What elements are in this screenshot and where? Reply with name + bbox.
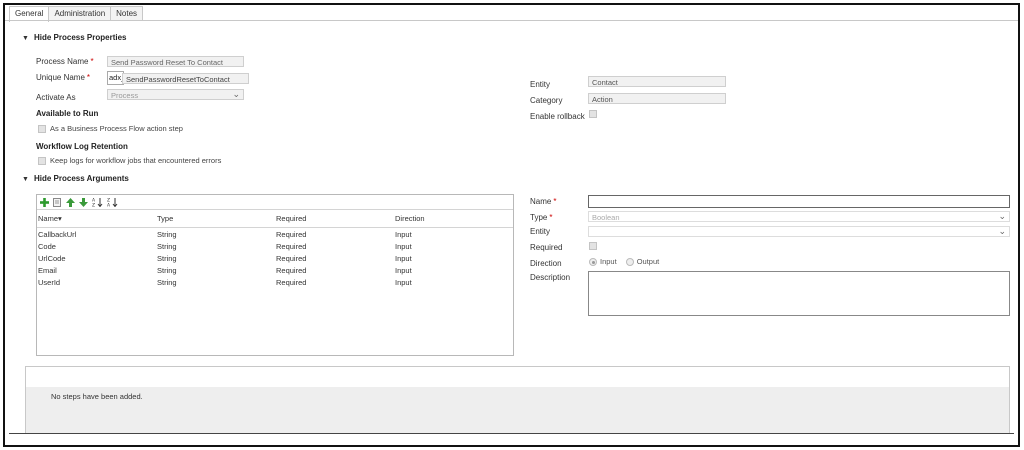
grid-toolbar: AZ ZA — [37, 195, 513, 210]
cell-required: Required — [276, 266, 307, 275]
chevron-down-icon: ⌄ — [232, 89, 240, 99]
grid-header-row: Name▾ Type Required Direction — [37, 210, 513, 228]
direction-output-label: Output — [636, 257, 660, 266]
collapse-caret-icon[interactable]: ▼ — [22, 176, 29, 183]
svg-text:A: A — [107, 203, 111, 208]
entity-label: Entity — [530, 80, 551, 89]
cell-type: String — [157, 230, 177, 239]
arg-entity-label: Entity — [530, 227, 551, 236]
arg-required-label: Required — [530, 243, 563, 252]
no-steps-message: No steps have been added. — [51, 392, 143, 401]
process-editor-window: General Administration Notes ▼ Hide Proc… — [3, 3, 1020, 447]
table-row[interactable]: CallbackUrl String Required Input — [37, 229, 513, 241]
cell-name: CallbackUrl — [38, 230, 77, 239]
steps-canvas[interactable]: No steps have been added. — [26, 387, 1009, 433]
available-to-run-row: As a Business Process Flow action step — [38, 124, 183, 133]
cell-name: UrlCode — [38, 254, 66, 263]
hide-process-arguments-toggle[interactable]: Hide Process Arguments — [34, 174, 129, 183]
arguments-grid: AZ ZA Name▾ Type Required Direction Call… — [36, 194, 514, 356]
column-header-name[interactable]: Name▾ — [38, 214, 62, 223]
unique-name-label: Unique Name * — [36, 73, 91, 82]
tab-administration[interactable]: Administration — [48, 6, 112, 21]
cell-direction: Input — [395, 266, 412, 275]
chevron-down-icon: ⌄ — [998, 211, 1006, 221]
add-icon[interactable] — [40, 197, 49, 207]
svg-text:Z: Z — [92, 203, 95, 208]
column-header-required[interactable]: Required — [276, 214, 306, 223]
column-header-direction[interactable]: Direction — [395, 214, 425, 223]
arg-description-textarea[interactable] — [588, 271, 1010, 316]
activate-as-value: Process — [111, 91, 139, 100]
table-row[interactable]: UrlCode String Required Input — [37, 253, 513, 265]
bottom-divider — [9, 433, 1014, 434]
bpf-action-step-label: As a Business Process Flow action step — [50, 124, 183, 133]
move-up-icon[interactable] — [66, 197, 75, 207]
arg-description-label: Description — [530, 273, 571, 282]
table-row[interactable]: UserId String Required Input — [37, 277, 513, 289]
arg-type-select[interactable]: Boolean ⌄ — [588, 211, 1010, 222]
cell-direction: Input — [395, 230, 412, 239]
direction-input-radio[interactable] — [589, 257, 597, 266]
arg-name-input[interactable] — [588, 195, 1010, 208]
bpf-action-step-checkbox[interactable] — [38, 124, 46, 133]
cell-required: Required — [276, 242, 307, 251]
sort-descending-icon[interactable]: ZA — [107, 198, 118, 207]
cell-type: String — [157, 254, 177, 263]
collapse-caret-icon[interactable]: ▼ — [22, 35, 29, 42]
tab-bar: General Administration Notes — [9, 6, 144, 22]
cell-name: UserId — [38, 278, 61, 287]
tab-divider — [5, 20, 1018, 21]
cell-direction: Input — [395, 254, 412, 263]
cell-type: String — [157, 242, 177, 251]
arg-entity-select[interactable]: ⌄ — [588, 226, 1010, 237]
unique-name-field[interactable]: SendPasswordResetToContact — [122, 73, 249, 84]
steps-designer: No steps have been added. — [25, 366, 1010, 434]
cell-direction: Input — [395, 242, 412, 251]
cell-required: Required — [276, 278, 307, 287]
enable-rollback-label: Enable rollback — [530, 112, 585, 121]
category-field[interactable]: Action — [588, 93, 726, 104]
arg-direction-group: Input Output — [589, 257, 659, 266]
cell-name: Email — [38, 266, 57, 275]
chevron-down-icon: ⌄ — [998, 226, 1006, 236]
hide-process-properties-toggle[interactable]: Hide Process Properties — [34, 33, 126, 42]
entity-field[interactable]: Contact — [588, 76, 726, 87]
arg-type-value: Boolean — [592, 213, 620, 222]
workflow-log-retention-heading: Workflow Log Retention — [36, 142, 128, 151]
table-row[interactable]: Email String Required Input — [37, 265, 513, 277]
keep-logs-label: Keep logs for workflow jobs that encount… — [50, 156, 222, 165]
category-label: Category — [530, 96, 563, 105]
available-to-run-heading: Available to Run — [36, 109, 99, 118]
direction-output-radio[interactable] — [625, 257, 634, 266]
sort-ascending-icon[interactable]: AZ — [92, 198, 103, 207]
grid-body: CallbackUrl String Required Input Code String… — [37, 228, 513, 289]
arg-direction-label: Direction — [530, 259, 562, 268]
direction-input-label: Input — [600, 257, 617, 266]
arg-type-label: Type * — [530, 213, 553, 222]
activate-as-label: Activate As — [36, 93, 76, 102]
cell-type: String — [157, 266, 177, 275]
arg-name-label: Name * — [530, 197, 557, 206]
keep-logs-checkbox[interactable] — [38, 156, 46, 165]
table-row[interactable]: Code String Required Input — [37, 241, 513, 253]
move-down-icon[interactable] — [79, 197, 88, 207]
process-name-field[interactable]: Send Password Reset To Contact — [107, 56, 244, 67]
cell-direction: Input — [395, 278, 412, 287]
activate-as-select[interactable]: Process ⌄ — [107, 89, 244, 100]
cell-required: Required — [276, 230, 307, 239]
process-name-label: Process Name * — [36, 57, 94, 66]
workflow-log-row: Keep logs for workflow jobs that encount… — [38, 156, 221, 165]
tab-notes[interactable]: Notes — [110, 6, 144, 21]
cell-type: String — [157, 278, 177, 287]
cell-name: Code — [38, 242, 56, 251]
cell-required: Required — [276, 254, 307, 263]
edit-icon[interactable] — [53, 197, 62, 207]
arg-required-checkbox[interactable] — [589, 242, 597, 250]
column-header-type[interactable]: Type — [157, 214, 173, 223]
enable-rollback-checkbox[interactable] — [589, 110, 597, 118]
